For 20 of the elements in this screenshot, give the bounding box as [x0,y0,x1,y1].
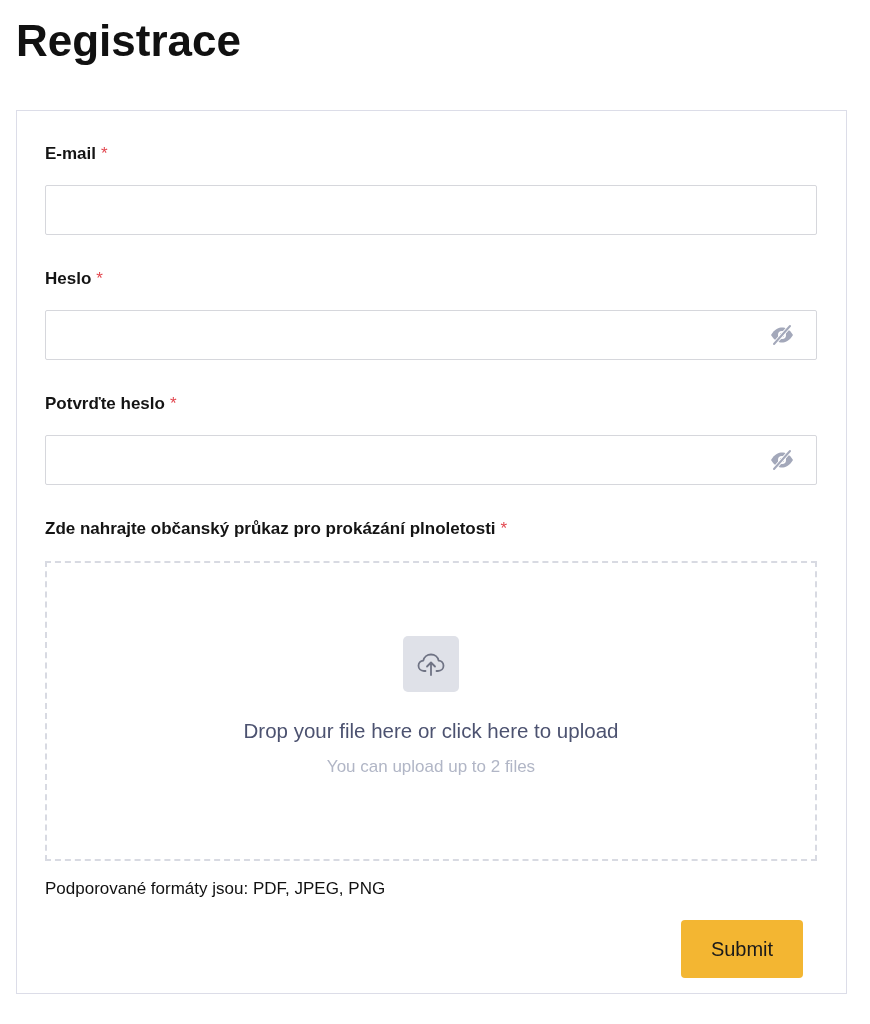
formats-note: Podporované formáty jsou: PDF, JPEG, PNG [45,879,387,899]
password-field[interactable] [45,310,817,360]
eye-slash-icon[interactable] [769,324,795,346]
email-field[interactable] [45,185,817,235]
file-drop-zone[interactable]: Drop your file here or click here to upload You can upload up to 2 files [45,561,817,861]
required-marker: * [169,394,177,414]
field-label: Potvrďte heslo [45,394,165,414]
password-field[interactable] [45,435,817,485]
required-marker: * [101,144,108,164]
field-label: Zde nahrajte občanský průkaz pro prokázání plnoletosti [45,519,496,539]
required-marker: * [96,269,103,289]
required-marker: * [500,519,508,539]
upload-prompt: Drop your file here or click here to upload [243,719,619,743]
page-title: Registrace [16,15,242,66]
eye-slash-icon[interactable] [769,449,795,471]
field-label: E-mail [45,144,97,164]
field-label: Heslo [45,269,92,289]
upload-hint: You can upload up to 2 files [326,757,536,777]
submit-button[interactable]: Submit [681,920,803,978]
cloud-upload-icon [403,636,459,692]
